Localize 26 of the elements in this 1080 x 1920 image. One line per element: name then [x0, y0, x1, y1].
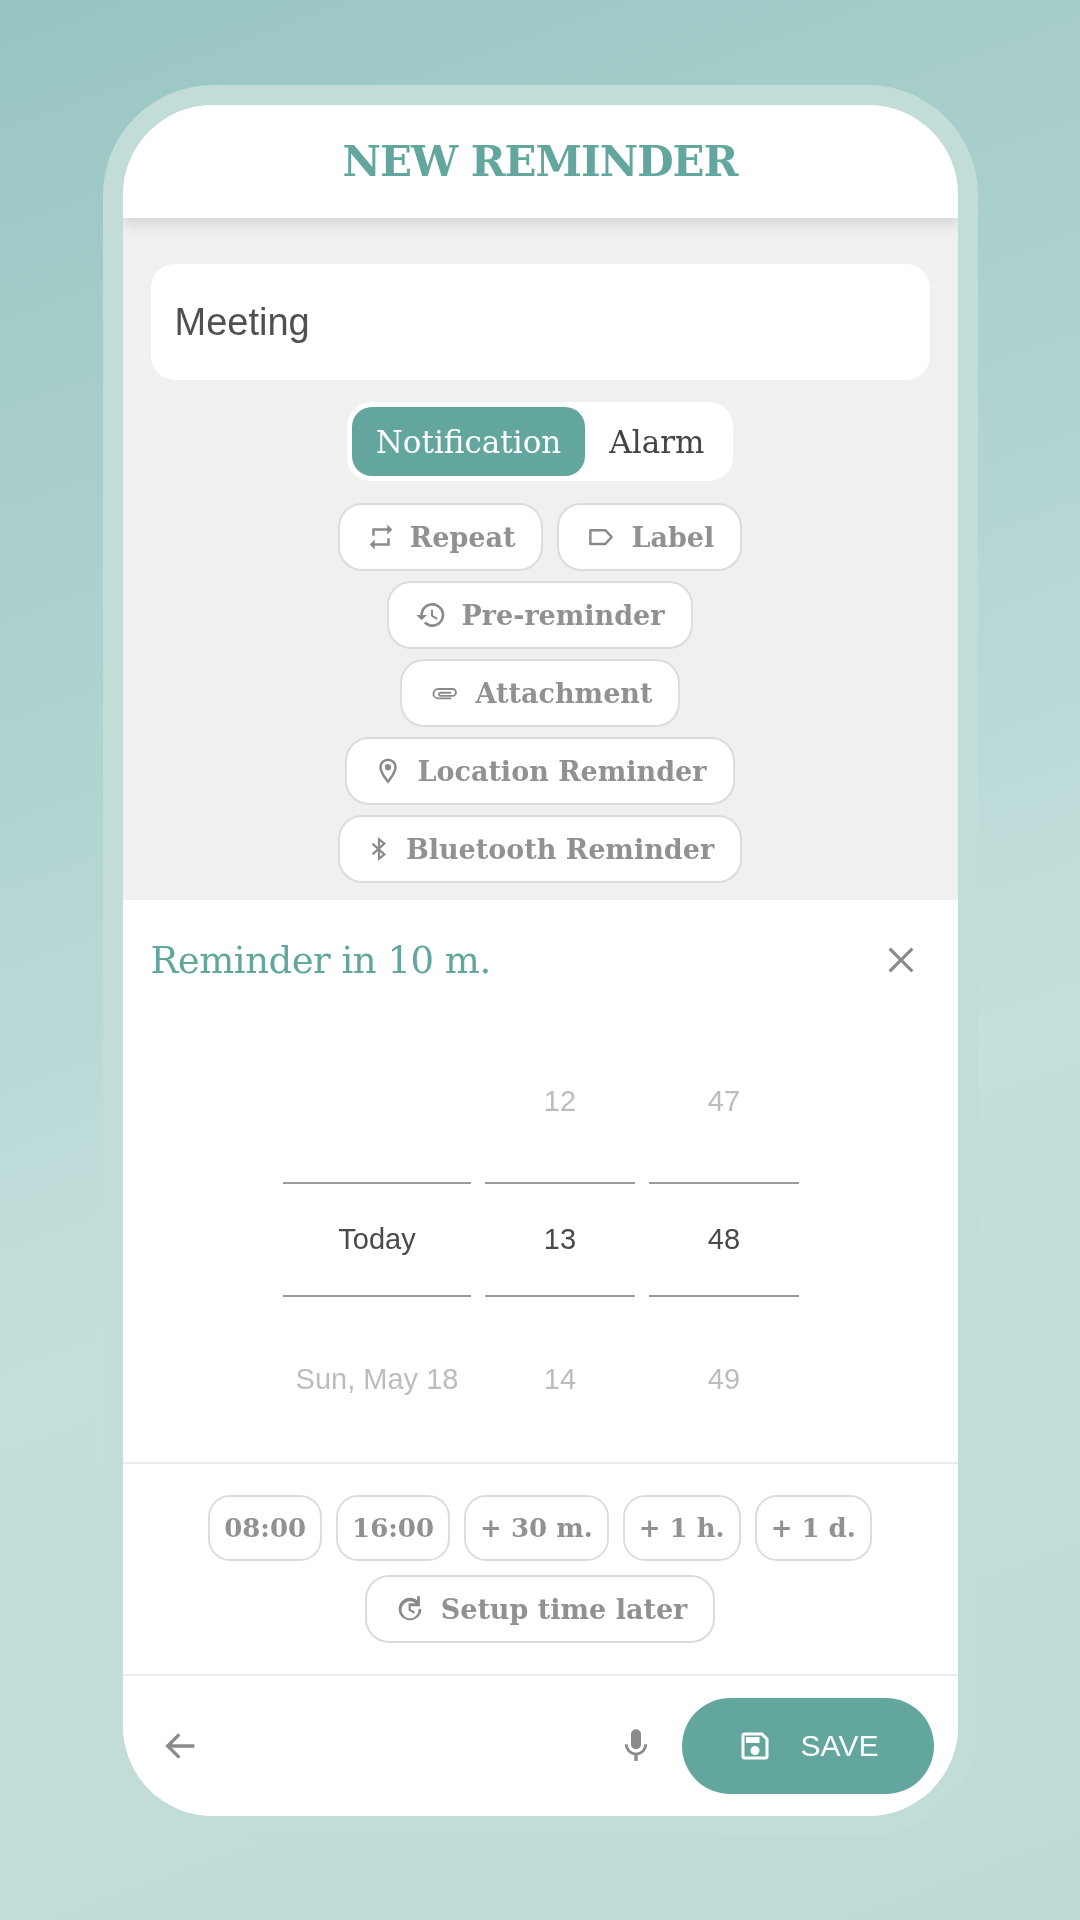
picker-value-selected[interactable]: 13 — [543, 1223, 577, 1256]
quick-time-chip[interactable]: + 1 h. — [622, 1495, 741, 1561]
picker-value[interactable]: 12 — [543, 1084, 577, 1118]
picker-value[interactable]: Sun, May 18 — [295, 1363, 459, 1396]
setup-later-chip[interactable]: Setup time later — [364, 1575, 716, 1643]
option-chip[interactable]: Pre-reminder — [387, 581, 693, 649]
quick-time-chip[interactable]: 16:00 — [336, 1495, 451, 1561]
save-button[interactable]: SAVE — [681, 1698, 934, 1794]
quick-time-chip[interactable]: + 30 m. — [464, 1495, 609, 1561]
option-chip[interactable]: Label — [557, 503, 743, 571]
quick-time-chip[interactable]: + 1 d. — [754, 1495, 872, 1561]
option-chip[interactable]: Bluetooth Reminder — [337, 815, 743, 883]
picker-value-selected[interactable]: Today — [338, 1223, 416, 1256]
mode-tab[interactable]: Notification — [351, 407, 586, 476]
option-chip[interactable]: Attachment — [399, 659, 681, 727]
option-chip[interactable]: Repeat — [337, 503, 544, 571]
mode-tab[interactable]: Alarm — [585, 407, 729, 476]
screen-title: NEW REMINDER — [342, 137, 738, 186]
sheet-title: Reminder in 10 m. — [150, 938, 491, 982]
picker-value[interactable]: 49 — [707, 1363, 741, 1396]
picker-value-selected[interactable]: 48 — [707, 1223, 741, 1256]
reminder-title-field[interactable]: Meeting — [150, 264, 930, 380]
picker-value[interactable]: 47 — [707, 1084, 741, 1118]
quick-time-chip[interactable]: 08:00 — [208, 1495, 323, 1561]
picker-value[interactable]: 14 — [543, 1363, 577, 1396]
option-chip[interactable]: Location Reminder — [345, 737, 735, 805]
